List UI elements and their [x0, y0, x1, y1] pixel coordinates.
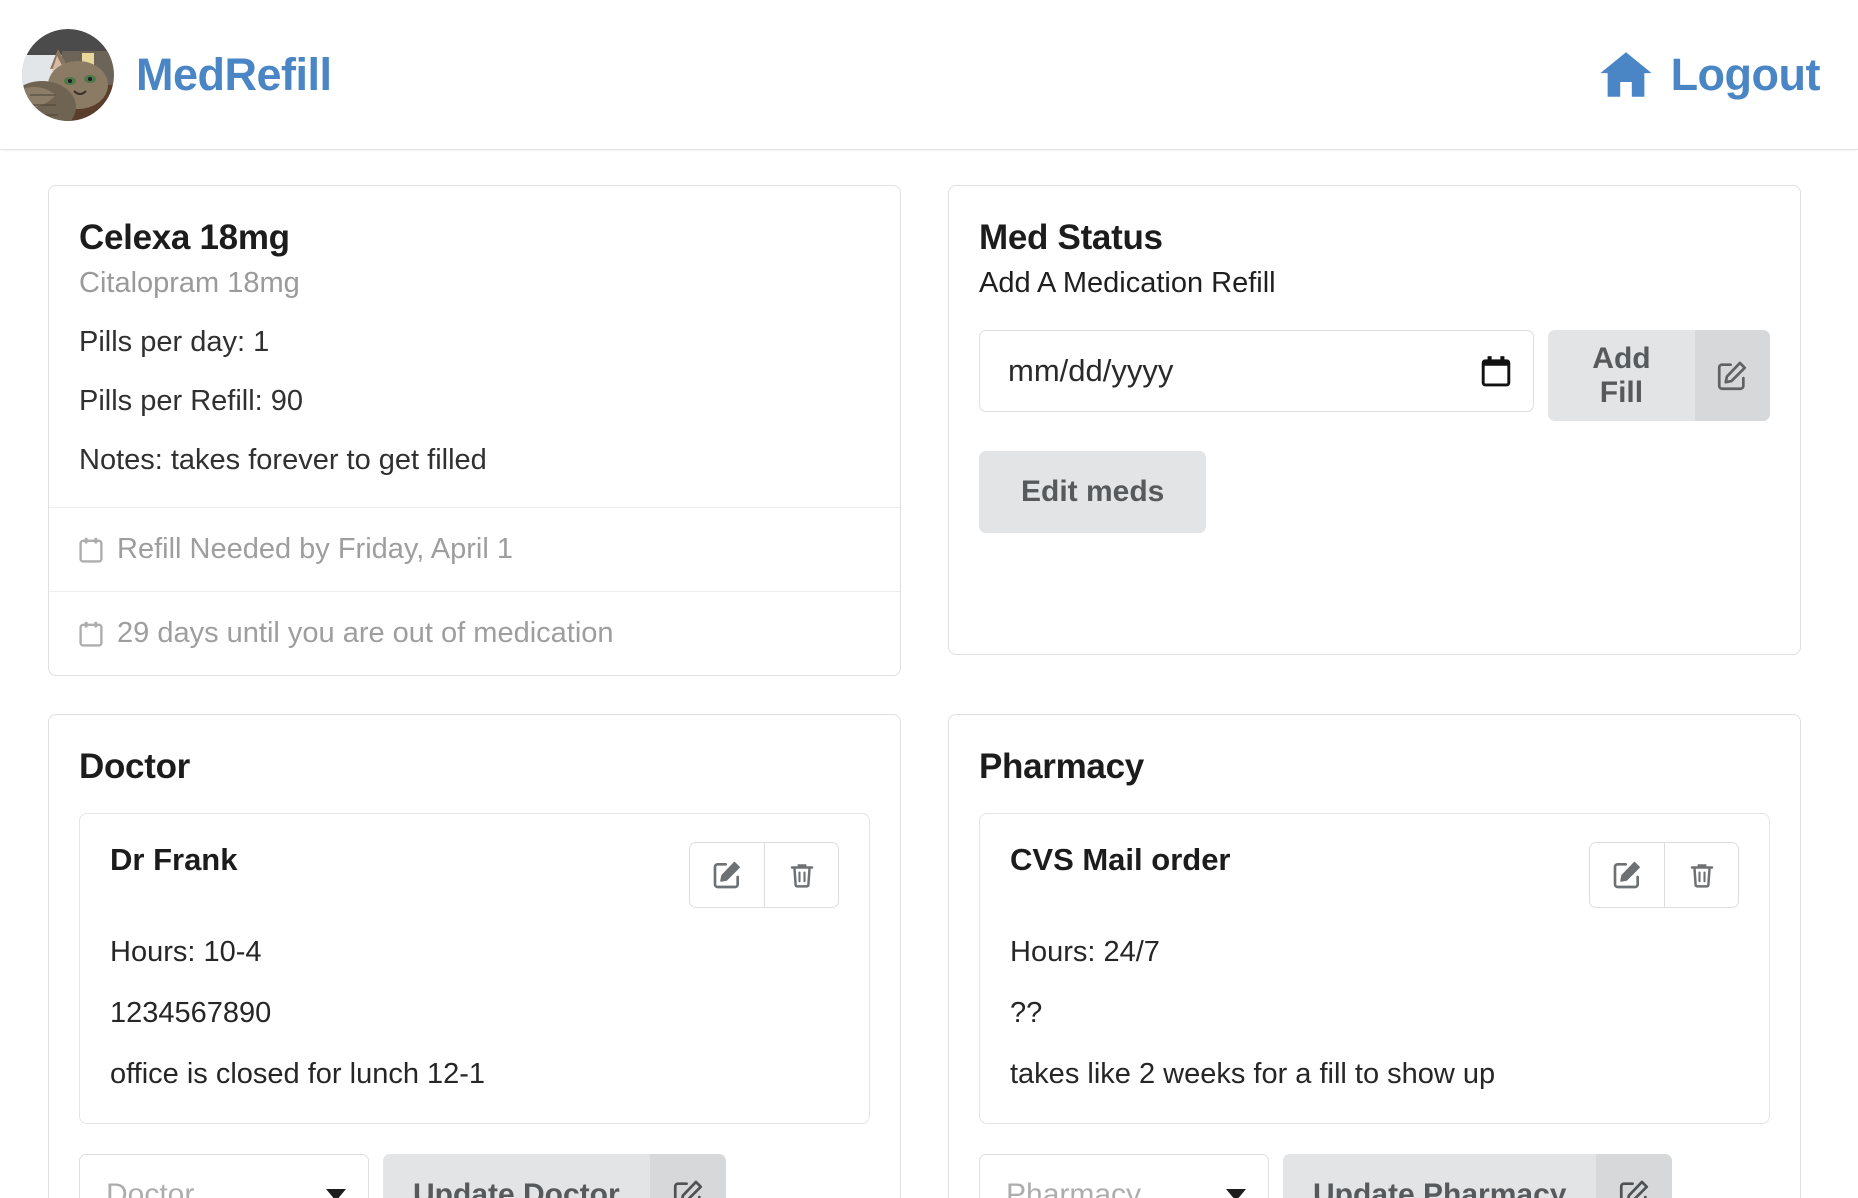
doctor-entry: Dr Frank Hours: 10-4 1234567890 office i… — [79, 813, 870, 1124]
pills-per-refill: Pills per Refill: 90 — [79, 385, 304, 417]
bottom-row: Doctor Dr Frank Hours: 10-4 1234567890 o… — [48, 714, 1810, 1198]
pharmacy-note: takes like 2 weeks for a fill to show up — [1010, 1058, 1496, 1090]
pharmacy-name: CVS Mail order — [1010, 842, 1231, 877]
med-status-title: Med Status — [979, 218, 1163, 257]
edit-square-icon[interactable] — [690, 843, 764, 907]
calendar-icon — [79, 621, 103, 647]
add-fill-label-line2: Fill — [1599, 375, 1644, 409]
medication-card-body: Celexa 18mg Citalopram 18mg Pills per da… — [49, 186, 900, 507]
doctor-select[interactable]: Doctor — [79, 1154, 369, 1198]
doctor-entry-head: Dr Frank — [110, 842, 839, 908]
pharmacy-entry: CVS Mail order Hours: 24/7 ?? takes like… — [979, 813, 1770, 1124]
doctor-entry-actions — [689, 842, 839, 908]
doctor-phone: 1234567890 — [110, 997, 272, 1029]
doctor-card: Doctor Dr Frank Hours: 10-4 1234567890 o… — [48, 714, 901, 1198]
main-content: Celexa 18mg Citalopram 18mg Pills per da… — [0, 150, 1858, 1198]
chevron-down-icon[interactable] — [1226, 1189, 1246, 1198]
trash-icon[interactable] — [1664, 843, 1738, 907]
med-status-column: Med Status Add A Medication Refill mm/dd… — [948, 185, 1801, 676]
refill-date-input[interactable]: mm/dd/yyyy — [979, 330, 1535, 412]
edit-square-icon[interactable] — [1694, 330, 1770, 422]
header-actions: Logout — [1597, 46, 1821, 104]
add-fill-label[interactable]: Add Fill — [1548, 330, 1695, 422]
pharmacy-entry-head: CVS Mail order — [1010, 842, 1739, 908]
add-refill-form: mm/dd/yyyy Add Fill — [979, 330, 1770, 422]
pills-per-day: Pills per day: 1 — [79, 326, 270, 358]
pharmacy-card: Pharmacy CVS Mail order Hours: 24/7 ?? t… — [948, 714, 1801, 1198]
days-remaining-text: 29 days until you are out of medication — [117, 617, 614, 649]
refill-date-placeholder: mm/dd/yyyy — [1008, 353, 1174, 388]
medication-generic: Citalopram 18mg — [79, 267, 300, 299]
edit-square-icon[interactable] — [1596, 1154, 1673, 1198]
days-remaining-row: 29 days until you are out of medication — [49, 591, 900, 675]
logout-link[interactable]: Logout — [1671, 49, 1821, 101]
medication-card: Celexa 18mg Citalopram 18mg Pills per da… — [48, 185, 901, 676]
edit-square-icon[interactable] — [649, 1154, 726, 1198]
refill-needed-row: Refill Needed by Friday, April 1 — [49, 507, 900, 591]
pharmacy-hours: Hours: 24/7 — [1010, 936, 1160, 968]
chevron-down-icon[interactable] — [326, 1189, 346, 1198]
top-row: Celexa 18mg Citalopram 18mg Pills per da… — [48, 185, 1810, 676]
pharmacy-column: Pharmacy CVS Mail order Hours: 24/7 ?? t… — [948, 714, 1801, 1198]
pharmacy-phone: ?? — [1010, 997, 1043, 1029]
calendar-icon — [79, 537, 103, 563]
app-header: MedRefill Logout — [0, 0, 1858, 150]
pharmacy-select[interactable]: Pharmacy — [979, 1154, 1269, 1198]
brand[interactable]: MedRefill — [22, 28, 332, 121]
doctor-column: Doctor Dr Frank Hours: 10-4 1234567890 o… — [48, 714, 901, 1198]
doctor-note: office is closed for lunch 12-1 — [110, 1058, 486, 1090]
pharmacy-entry-actions — [1589, 842, 1739, 908]
doctor-card-title: Doctor — [79, 747, 190, 786]
pharmacy-select-placeholder: Pharmacy — [1006, 1178, 1142, 1198]
cat-photo-avatar — [22, 28, 114, 121]
update-pharmacy-label[interactable]: Update Pharmacy — [1283, 1154, 1597, 1198]
pharmacy-select-row: Pharmacy Update Pharmacy — [979, 1154, 1770, 1198]
add-fill-button[interactable]: Add Fill — [1548, 330, 1770, 422]
calendar-picker-icon[interactable] — [1481, 355, 1511, 387]
doctor-select-row: Doctor Update Doctor — [79, 1154, 870, 1198]
home-icon[interactable] — [1597, 46, 1655, 104]
add-fill-label-line1: Add — [1592, 342, 1651, 375]
doctor-name: Dr Frank — [110, 842, 238, 877]
med-status-card: Med Status Add A Medication Refill mm/dd… — [948, 185, 1801, 655]
doctor-card-body: Doctor Dr Frank Hours: 10-4 1234567890 o… — [49, 715, 900, 1198]
medication-notes: Notes: takes forever to get filled — [79, 444, 487, 476]
med-status-body: Med Status Add A Medication Refill mm/dd… — [949, 186, 1800, 563]
medication-name: Celexa 18mg — [79, 218, 290, 257]
trash-icon[interactable] — [764, 843, 838, 907]
pharmacy-card-body: Pharmacy CVS Mail order Hours: 24/7 ?? t… — [949, 715, 1800, 1198]
medication-column: Celexa 18mg Citalopram 18mg Pills per da… — [48, 185, 901, 676]
edit-meds-button[interactable]: Edit meds — [979, 451, 1207, 534]
doctor-select-placeholder: Doctor — [106, 1178, 195, 1198]
update-doctor-button[interactable]: Update Doctor — [383, 1154, 726, 1198]
update-doctor-label[interactable]: Update Doctor — [383, 1154, 650, 1198]
doctor-hours: Hours: 10-4 — [110, 936, 262, 968]
brand-name: MedRefill — [136, 48, 332, 100]
med-status-subtitle: Add A Medication Refill — [979, 267, 1276, 299]
update-pharmacy-button[interactable]: Update Pharmacy — [1283, 1154, 1673, 1198]
pharmacy-card-title: Pharmacy — [979, 747, 1144, 786]
edit-square-icon[interactable] — [1590, 843, 1664, 907]
refill-needed-text: Refill Needed by Friday, April 1 — [117, 533, 513, 565]
